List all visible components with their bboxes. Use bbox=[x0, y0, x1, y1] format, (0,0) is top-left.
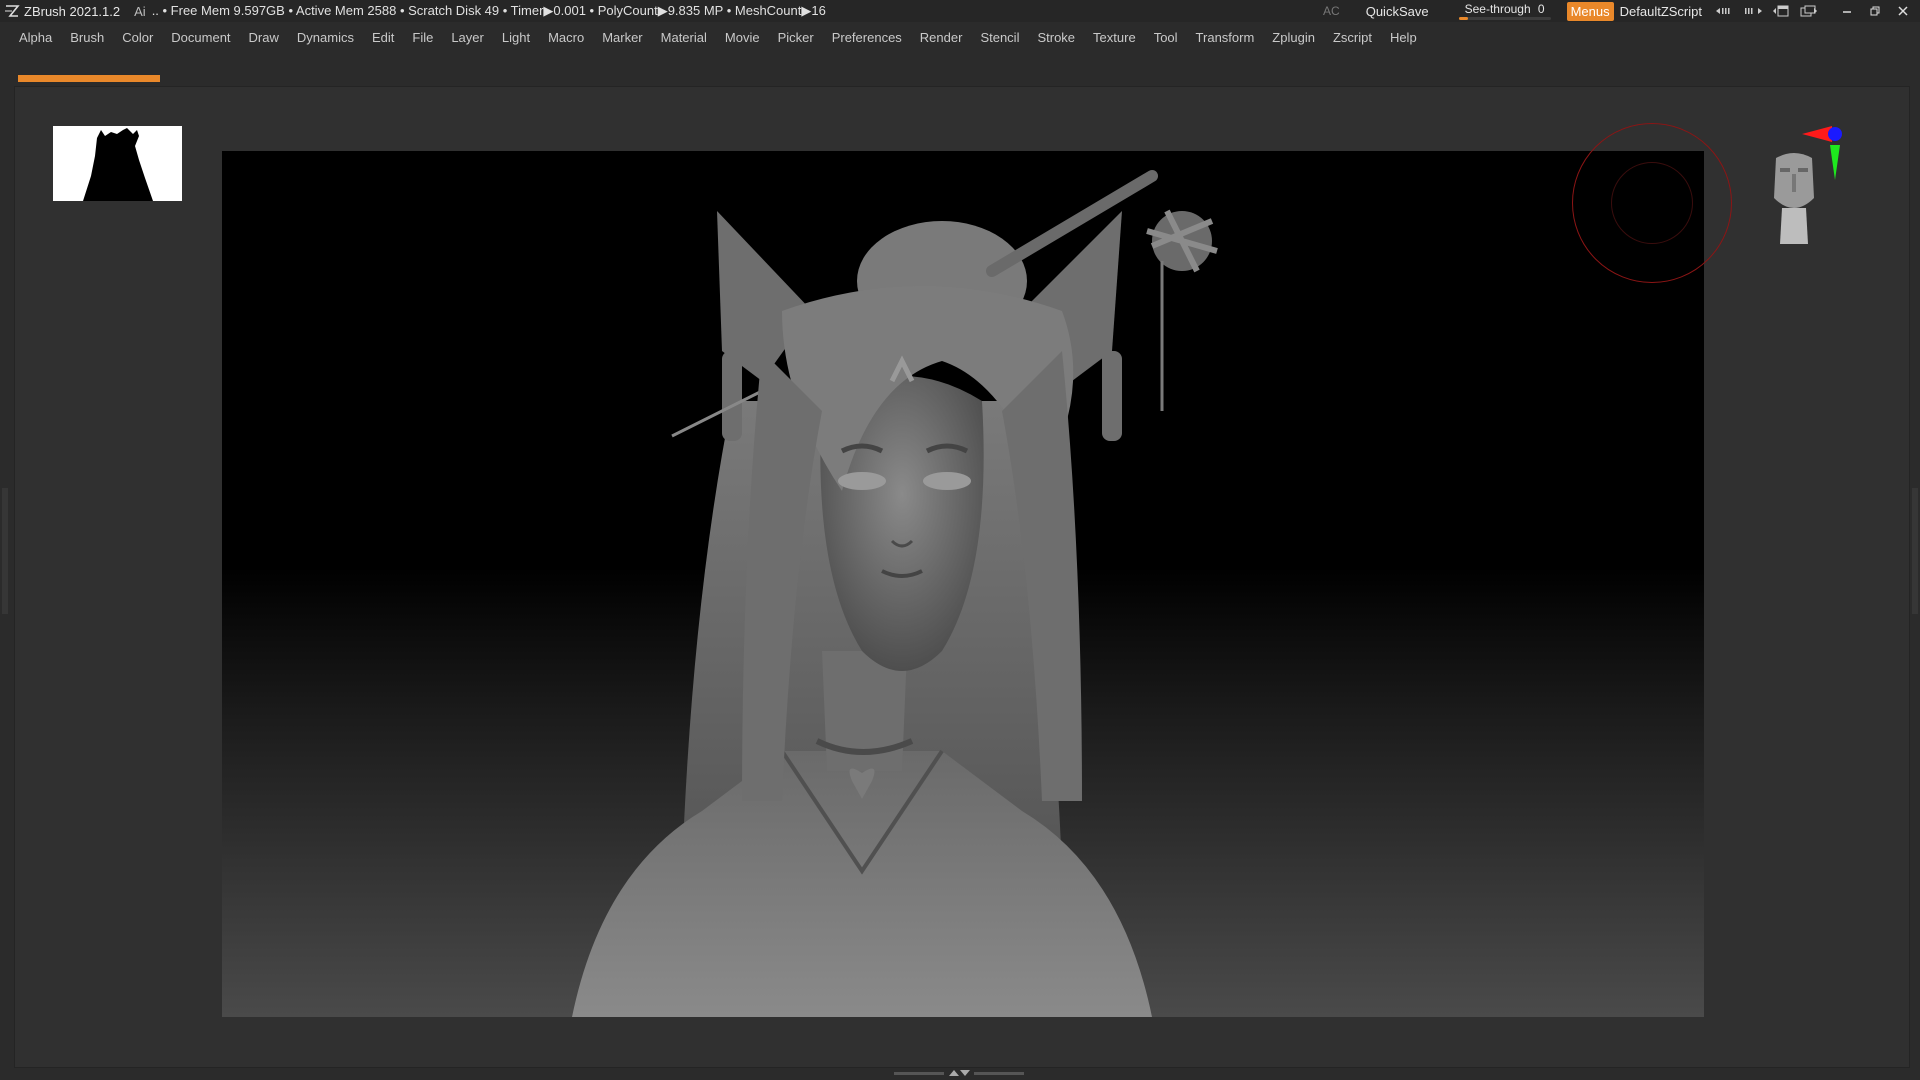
menu-stencil[interactable]: Stencil bbox=[971, 30, 1028, 45]
axis-gizmo-icon[interactable] bbox=[1800, 120, 1870, 190]
layout-next-icon[interactable] bbox=[1742, 0, 1764, 22]
ui-layout-icon[interactable] bbox=[1770, 0, 1792, 22]
hair-flower bbox=[1146, 209, 1218, 411]
menu-help[interactable]: Help bbox=[1381, 30, 1426, 45]
menu-file[interactable]: File bbox=[403, 30, 442, 45]
menu-edit[interactable]: Edit bbox=[363, 30, 403, 45]
ai-label[interactable]: Ai bbox=[134, 4, 146, 19]
right-earring bbox=[1102, 351, 1122, 441]
right-tray-handle[interactable] bbox=[1912, 488, 1918, 614]
title-bar: ZBrush 2021.1.2 Ai .. • Free Mem 9.597GB… bbox=[0, 0, 1920, 22]
menu-draw[interactable]: Draw bbox=[240, 30, 288, 45]
menu-texture[interactable]: Texture bbox=[1084, 30, 1145, 45]
see-through-slider[interactable]: See-through 0 bbox=[1457, 0, 1553, 22]
see-through-track bbox=[1458, 17, 1551, 20]
menu-brush[interactable]: Brush bbox=[61, 30, 113, 45]
see-through-fill bbox=[1458, 17, 1468, 20]
quicksave-button[interactable]: QuickSave bbox=[1366, 4, 1429, 19]
title-bar-right: AC QuickSave See-through 0 Menus Default… bbox=[1323, 0, 1920, 22]
ui-colors-icon[interactable] bbox=[1798, 0, 1820, 22]
navigation-circle[interactable] bbox=[1572, 123, 1732, 283]
menu-marker[interactable]: Marker bbox=[593, 30, 651, 45]
sculpt-model bbox=[572, 170, 1218, 1017]
left-tray-handle[interactable] bbox=[2, 488, 8, 614]
menu-stroke[interactable]: Stroke bbox=[1028, 30, 1084, 45]
close-icon[interactable] bbox=[1892, 0, 1914, 22]
menu-render[interactable]: Render bbox=[911, 30, 972, 45]
menu-macro[interactable]: Macro bbox=[539, 30, 593, 45]
menu-zplugin[interactable]: Zplugin bbox=[1263, 30, 1324, 45]
menu-layer[interactable]: Layer bbox=[442, 30, 493, 45]
menu-material[interactable]: Material bbox=[652, 30, 716, 45]
menu-transform[interactable]: Transform bbox=[1187, 30, 1264, 45]
app-title: ZBrush 2021.1.2 bbox=[24, 3, 121, 19]
left-earring bbox=[722, 351, 742, 441]
menu-color[interactable]: Color bbox=[113, 30, 162, 45]
bottom-tray-handle[interactable] bbox=[894, 1069, 1024, 1077]
main-menu-bar: Alpha Brush Color Document Draw Dynamics Edit F… bbox=[0, 22, 1920, 52]
menu-picker[interactable]: Picker bbox=[769, 30, 823, 45]
menu-dynamics[interactable]: Dynamics bbox=[288, 30, 363, 45]
navigation-circle-inner bbox=[1611, 162, 1693, 244]
menu-document[interactable]: Document bbox=[162, 30, 239, 45]
zbrush-logo-icon[interactable] bbox=[4, 3, 20, 19]
layout-prev-icon[interactable] bbox=[1714, 0, 1736, 22]
menu-zscript[interactable]: Zscript bbox=[1324, 30, 1381, 45]
progress-bar bbox=[18, 75, 160, 82]
see-through-label: See-through bbox=[1464, 2, 1531, 16]
ac-toggle[interactable]: AC bbox=[1323, 4, 1340, 18]
menu-light[interactable]: Light bbox=[493, 30, 539, 45]
default-zscript-button[interactable]: DefaultZScript bbox=[1620, 4, 1702, 19]
restore-icon[interactable] bbox=[1864, 0, 1886, 22]
memory-stats: .. • Free Mem 9.597GB • Active Mem 2588 … bbox=[151, 3, 826, 18]
menu-tool[interactable]: Tool bbox=[1145, 30, 1187, 45]
menu-alpha[interactable]: Alpha bbox=[0, 30, 61, 45]
menu-preferences[interactable]: Preferences bbox=[823, 30, 911, 45]
see-through-value: 0 bbox=[1537, 2, 1545, 16]
thumbnail-preview bbox=[53, 126, 182, 201]
menu-movie[interactable]: Movie bbox=[716, 30, 769, 45]
viewport-3d[interactable] bbox=[222, 151, 1704, 1017]
silhouette-image bbox=[83, 128, 153, 201]
minimize-icon[interactable] bbox=[1836, 0, 1858, 22]
menus-button[interactable]: Menus bbox=[1566, 1, 1614, 21]
hairpin bbox=[986, 170, 1158, 277]
